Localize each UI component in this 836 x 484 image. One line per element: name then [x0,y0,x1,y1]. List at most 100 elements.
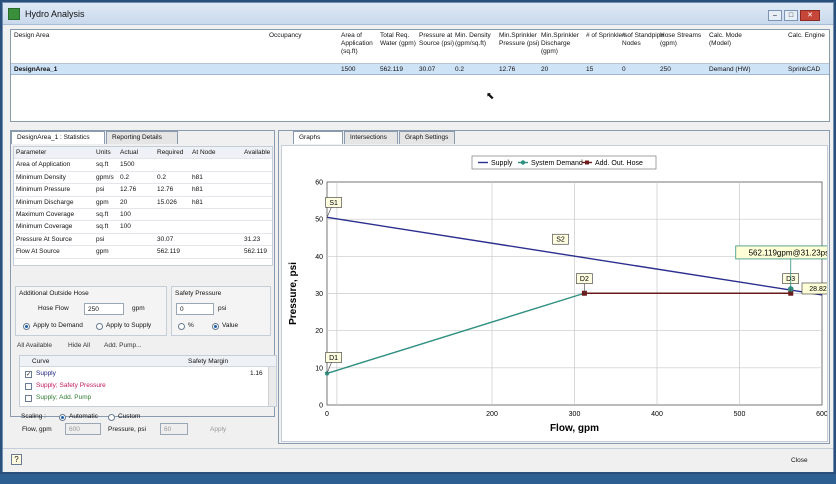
curves-header: Curve Safety Margin [20,356,276,367]
table-cell: 0 [622,66,626,73]
table-cell: sq.ft [96,161,109,169]
stats-column-header: Available [244,149,271,156]
tab-intersections[interactable]: Intersections [344,131,398,144]
column-header[interactable]: Calc. Engine [788,32,832,40]
pressure-scale-label: Pressure, psi [108,426,146,433]
curve-margin: 1.16 [250,370,263,377]
tab-graph-settings[interactable]: Graph Settings [399,131,455,144]
table-cell: 100 [120,223,131,231]
curve-name: Supply; Add. Pump [36,394,92,401]
column-header[interactable]: Total Req. Water (gpm) [380,32,424,48]
stats-column-header: At Node [192,149,216,156]
table-cell: Maximum Coverage [16,211,75,218]
column-header[interactable]: Area of Application (sq.ft) [341,32,385,56]
statistics-panel: DesignArea_1 : Statistics Reporting Deta… [10,130,277,421]
window-title: Hydro Analysis [25,9,85,19]
table-cell: Flow At Source [16,248,60,256]
safety-pressure-input[interactable]: 0 [176,303,214,315]
callout-label: 562.119gpm@31.23psi [749,248,827,257]
table-cell: Minimum Discharge [16,198,74,206]
flow-scale-input[interactable]: 600 [65,423,101,435]
scaling-row: Flow, gpm 600 Pressure, psi 60 Apply [10,420,275,444]
column-header[interactable]: Min.Sprinkler Pressure (psi) [499,32,543,48]
column-header[interactable]: Occupancy [269,32,313,40]
curves-column-header: Safety Margin [188,358,229,365]
curve-checkbox[interactable] [25,383,32,390]
grid-header: Design Area Occupancy Area of Application … [11,30,829,64]
close-button[interactable]: Close [791,457,808,464]
tab-statistics[interactable]: DesignArea_1 : Statistics [11,131,105,144]
column-header[interactable]: Min. Density (gpm/sq.ft) [455,32,499,48]
title-bar: Hydro Analysis – □ ✕ [3,3,833,25]
y-tick-label: 60 [315,180,323,187]
table-cell: gpm/s [96,173,114,181]
marker-label: D2 [580,276,589,283]
design-area-grid: Design Area Occupancy Area of Application … [10,29,830,122]
table-cell: Pressure At Source [16,235,72,243]
all-available-link[interactable]: All Available [17,342,52,349]
table-cell: 15 [586,66,594,73]
curve-checkbox[interactable]: ✓ [25,371,32,378]
table-cell: 0.2 [120,173,130,181]
table-cell: 31.23 [244,235,261,243]
table-row: Maximum Coverage sq.ft 100 [14,209,272,222]
table-row: Flow At Source gpm 562.119 562.119 [14,246,272,259]
x-tick-label: 600 [816,411,827,418]
tab-graphs[interactable]: Graphs [293,131,343,144]
table-cell: 15.026 [157,198,177,206]
safety-pressure-label: Safety Pressure [175,290,222,297]
table-cell: h81 [192,186,203,194]
y-tick-label: 10 [315,365,323,372]
close-icon[interactable]: ✕ [800,10,820,21]
table-cell: SprinkCAD [788,66,821,73]
table-cell: 12.76 [499,66,516,73]
x-tick-label: 400 [651,411,663,418]
scaling-label: Scaling : [21,413,46,420]
table-row: Area of Application sq.ft 1500 [14,159,272,172]
curve-checkbox[interactable] [25,395,32,402]
legend-marker [520,160,526,165]
marker-label: S2 [556,237,565,244]
hose-flow-label: Hose Flow [38,305,69,312]
y-tick-label: 0 [319,403,323,410]
maximize-icon[interactable]: □ [784,10,798,21]
pressure-scale-input[interactable]: 60 [160,423,188,435]
table-cell: 1500 [341,66,356,73]
hose-flow-input[interactable]: 250 [84,303,124,315]
table-cell: 0.2 [157,173,167,181]
add-pump-link[interactable]: Add. Pump... [104,342,142,349]
x-axis-label: Flow, gpm [550,423,599,434]
tab-reporting-details[interactable]: Reporting Details [106,131,178,144]
percent-label: % [188,322,194,329]
outside-hose-group: Additional Outside Hose Hose Flow 250 gp… [15,286,167,336]
table-row: Minimum Density gpm/s 0.2 0.2 h81 [14,172,272,185]
legend-marker [585,160,589,165]
table-cell: 562.119 [244,248,268,256]
value-radio[interactable] [212,323,219,330]
table-cell: h81 [192,173,203,181]
safety-unit: psi [218,305,227,312]
value-label: Value [222,322,239,329]
column-header[interactable]: Calc. Mode (Model) [709,32,753,48]
x-tick-label: 500 [734,411,746,418]
column-header[interactable]: Design Area [14,32,214,40]
legend-label: Supply [491,160,513,167]
custom-label: Custom [118,413,141,420]
stats-column-header: Actual [120,149,139,156]
curves-scrollbar[interactable] [268,367,276,406]
column-header[interactable]: Min.Sprinkler Discharge (gpm) [541,32,585,56]
help-icon[interactable]: ? [11,454,22,465]
flow-scale-label: Flow, gpm [22,426,52,433]
hide-all-link[interactable]: Hide All [68,342,90,349]
apply-supply-radio[interactable] [96,323,103,330]
percent-radio[interactable] [178,323,185,330]
column-header[interactable]: Hose Streams (gpm) [660,32,704,48]
apply-button[interactable]: Apply [210,426,226,433]
table-cell: Area of Application [16,161,71,169]
minimize-icon[interactable]: – [768,10,782,21]
table-row: Pressure At Source psi 30.07 31.23 [14,234,272,247]
table-row[interactable]: DesignArea_1 1500 562.119 30.07 0.2 12.76 20 15… [11,64,829,75]
apply-demand-radio[interactable] [23,323,30,330]
legend-label: System Demand [531,160,583,167]
y-axis-label: Pressure, psi [288,262,299,325]
